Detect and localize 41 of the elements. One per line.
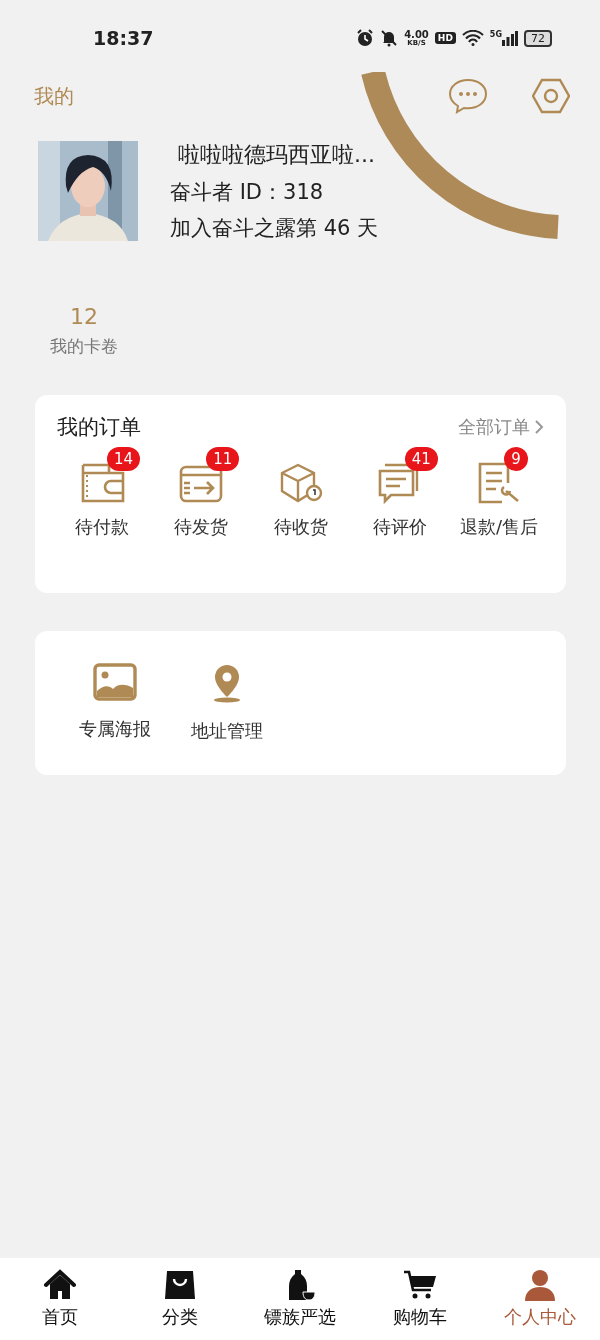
hd-indicator: HD [434,32,456,44]
count-badge: 9 [504,447,528,471]
tab-item[interactable]: 首页 [5,1269,115,1329]
alarm-icon [356,29,375,47]
order-status-item[interactable]: 14 待付款 [57,447,147,539]
tool-item[interactable]: 地址管理 [191,663,263,775]
battery-indicator: 72 [524,29,552,47]
person-icon [523,1269,557,1301]
status-time: 18:37 [93,27,154,49]
count-badge: 41 [404,447,438,471]
tab-item[interactable]: 购物车 [365,1269,475,1329]
order-status-item[interactable]: 11 待发货 [156,447,247,539]
tab-item[interactable]: 镖族严选 [245,1269,355,1329]
order-status-item[interactable]: 41 待评价 [354,447,445,539]
home-icon [43,1269,77,1301]
all-orders-link[interactable]: 全部订单 [458,415,544,439]
wifi-icon [461,30,484,46]
speed-value: 4.00 [404,29,429,40]
order-status-item[interactable]: 9 退款/售后 [454,447,544,539]
bell-muted-icon [380,29,399,47]
count-badge: 11 [206,447,240,471]
order-status-item[interactable]: 待收货 [255,447,346,539]
count-badge: 14 [107,447,141,471]
tool-item[interactable]: 专属海报 [79,663,151,775]
chevron-right-icon [534,419,544,435]
user-name: 啦啦啦德玛西亚啦... [177,141,376,169]
image-icon [93,663,137,701]
settings-icon[interactable] [532,78,570,114]
join-days: 加入奋斗之露第 46 天 [170,214,379,242]
section-title: 我的订单 [57,414,141,441]
stat-label[interactable]: 我的卡卷 [50,335,118,358]
chat-bubble-icon[interactable] [448,78,488,114]
stat-value: 12 [70,304,98,329]
user-id: 奋斗者 ID：318 [170,179,325,206]
page-title: 我的 [34,82,74,110]
tab-item[interactable]: 分类 [125,1269,235,1329]
signal-icon [502,30,518,46]
shopping-bag-icon [163,1269,197,1301]
network-type: 5G [489,30,502,39]
cart-icon [403,1269,437,1301]
tab-item[interactable]: 个人中心 [485,1269,595,1329]
